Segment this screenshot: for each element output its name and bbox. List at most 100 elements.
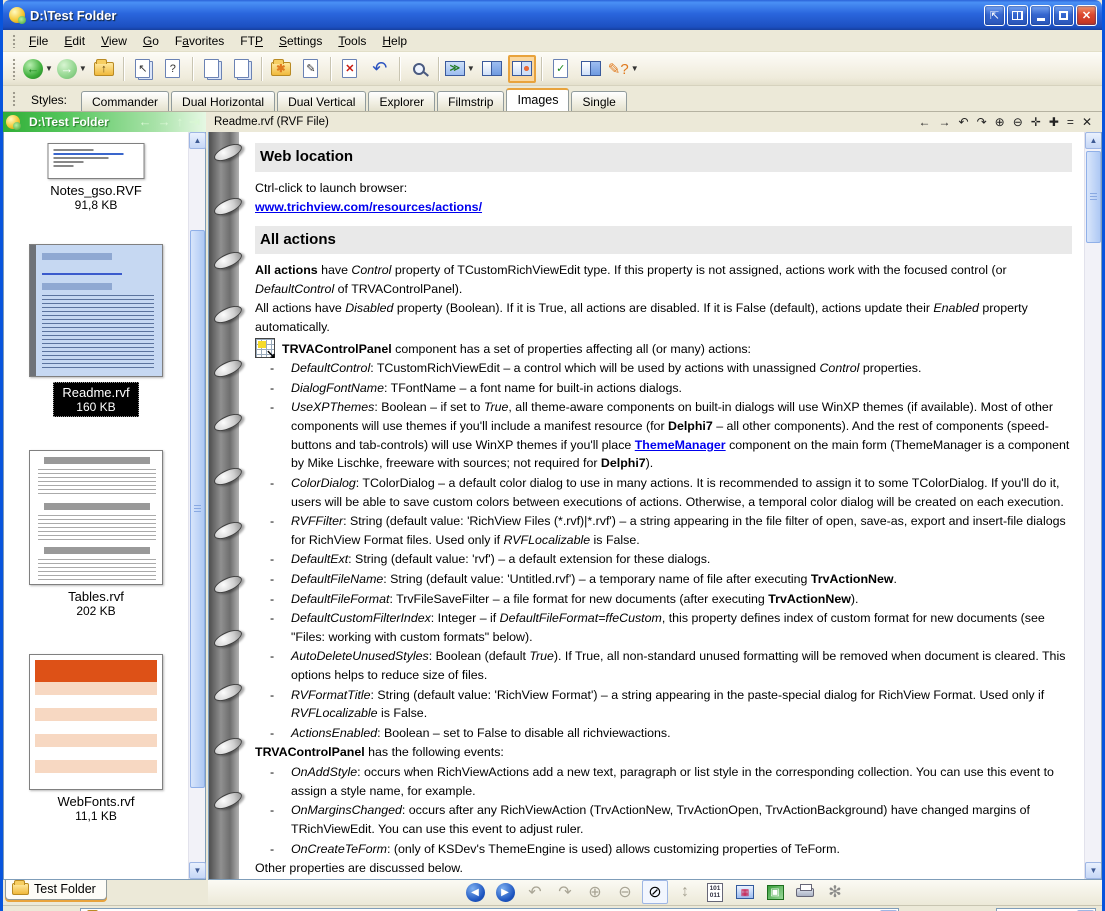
style-tab-dual-horizontal[interactable]: Dual Horizontal [171, 91, 275, 111]
hex-view-icon: 101 011 [707, 883, 723, 902]
scrollbar-thumb[interactable] [190, 230, 205, 788]
back-button[interactable]: ←▼ [22, 55, 54, 83]
menu-item-help[interactable]: Help [374, 31, 415, 51]
select-pointer-button[interactable]: ↖ [129, 55, 157, 83]
scrollbar-thumb[interactable] [1086, 151, 1101, 243]
file-item[interactable]: Tables.rvf202 KB [29, 450, 163, 618]
viewer-pane-button[interactable]: ≫▼ [444, 55, 476, 83]
undo-button[interactable]: ↶ [366, 55, 394, 83]
viewer-forward-button[interactable]: → [939, 115, 951, 129]
up-arrow-icon[interactable]: ↑ [177, 114, 184, 130]
viewer-first-file-button[interactable]: ◀ [462, 880, 488, 904]
menu-item-ftp[interactable]: FTP [232, 31, 271, 51]
viewer-fit-screen-button[interactable]: ▣ [762, 880, 788, 904]
scroll-down-button[interactable]: ▼ [1085, 862, 1102, 879]
back-arrow-icon[interactable]: ← [139, 114, 152, 130]
style-tab-explorer[interactable]: Explorer [368, 91, 435, 111]
viewer-zoom-in-button[interactable]: ⊕ [995, 115, 1005, 129]
help-pointer-button[interactable]: ? [159, 55, 187, 83]
dual-pane-button[interactable] [478, 55, 506, 83]
edit-button[interactable]: ✎ [297, 55, 325, 83]
menu-item-view[interactable]: View [93, 31, 135, 51]
file-thumbnail[interactable] [29, 450, 163, 585]
menu-item-settings[interactable]: Settings [271, 31, 330, 51]
viewer-zoom-out-button[interactable]: ⊖ [612, 880, 638, 904]
menu-item-file[interactable]: File [21, 31, 56, 51]
viewer-rotate-left-button[interactable]: ↶ [522, 880, 548, 904]
scroll-up-button[interactable]: ▲ [189, 132, 206, 149]
find-button[interactable] [405, 55, 433, 83]
viewer-print-button[interactable] [792, 880, 818, 904]
minimize-button[interactable] [1030, 5, 1051, 26]
viewer-close-button[interactable]: ✕ [1082, 115, 1092, 129]
file-item[interactable]: Notes_gso.RVF91,8 KB [48, 143, 145, 212]
viewer-settings-button[interactable]: ✻ [822, 880, 848, 904]
forward-dropdown-icon[interactable]: ▼ [79, 64, 87, 73]
thumbnail-scrollbar[interactable]: ▲ ▼ [188, 132, 205, 879]
menu-item-edit[interactable]: Edit [56, 31, 93, 51]
file-thumbnail[interactable] [48, 143, 145, 179]
file-item[interactable]: WebFonts.rvf11,1 KB [29, 654, 163, 823]
slideshow-icon: ▦ [736, 885, 754, 899]
document-link[interactable]: www.trichview.com/resources/actions/ [255, 200, 482, 214]
copy-button[interactable] [198, 55, 226, 83]
main-toolbar: ←▼→▼↑ ↖? ✱✎ ✕↶ ≫▼ ✓ ✎?▼ [3, 52, 1102, 86]
up-folder-button[interactable]: ↑ [90, 55, 118, 83]
style-tab-single[interactable]: Single [571, 91, 626, 111]
viewer-scrollbar[interactable]: ▲ ▼ [1084, 132, 1101, 879]
viewer-zoom-reset-button[interactable]: ⊘ [642, 880, 668, 904]
back-dropdown-icon[interactable]: ▼ [45, 64, 53, 73]
viewer-rotate-right-button[interactable]: ↷ [552, 880, 578, 904]
viewer-redo-button[interactable]: ↷ [977, 115, 987, 129]
viewer-center-button[interactable]: ✚ [1049, 115, 1059, 129]
file-item[interactable]: Readme.rvf160 KB [29, 244, 163, 417]
new-folder-button[interactable]: ✱ [267, 55, 295, 83]
file-thumbnail[interactable] [29, 244, 163, 377]
document-link[interactable]: ThemeManager [635, 438, 726, 452]
document-paragraph: TRVAControlPanel has the following event… [255, 743, 1072, 762]
viewer-hex-view-button[interactable]: 101 011 [702, 880, 728, 904]
viewer-pane-dropdown-icon[interactable]: ▼ [467, 64, 475, 73]
viewer-back-button[interactable]: ← [919, 115, 931, 129]
menu-item-go[interactable]: Go [135, 31, 167, 51]
forward-button[interactable]: →▼ [56, 55, 88, 83]
dual-pane-icon [482, 61, 502, 76]
viewer-pan-button[interactable]: ✛ [1031, 115, 1041, 129]
viewer-zoom-in-button[interactable]: ⊕ [582, 880, 608, 904]
toolbar-grip[interactable] [11, 57, 17, 80]
folder-tab[interactable]: Test Folder [5, 880, 107, 900]
forward-arrow-icon[interactable]: → [158, 114, 171, 130]
checklist-button[interactable]: ✓ [547, 55, 575, 83]
duplicate-icon [234, 59, 249, 78]
close-button[interactable]: ✕ [1076, 5, 1097, 26]
layout-button[interactable] [577, 55, 605, 83]
viewer-fit-height-button[interactable]: ↕ [672, 880, 698, 904]
dual-display-button[interactable] [1007, 5, 1028, 26]
scroll-up-button[interactable]: ▲ [1085, 132, 1102, 149]
viewer-zoom-out-button[interactable]: ⊖ [1013, 115, 1023, 129]
stylesbar-grip[interactable] [11, 90, 17, 108]
style-tab-filmstrip[interactable]: Filmstrip [437, 91, 504, 111]
scroll-down-button[interactable]: ▼ [189, 862, 206, 879]
trvacontrolpanel-component-icon [255, 338, 275, 358]
viewer-undo-button[interactable]: ↶ [959, 115, 969, 129]
viewer-slideshow-button[interactable]: ▦ [732, 880, 758, 904]
go-last-arrow-icon[interactable]: ⇥ [189, 114, 200, 130]
delete-button[interactable]: ✕ [336, 55, 364, 83]
viewer-last-file-button[interactable]: ▶ [492, 880, 518, 904]
image-pane-button[interactable] [508, 55, 536, 83]
customize-dropdown-icon[interactable]: ▼ [631, 64, 639, 73]
detach-window-button[interactable]: ⇱ [984, 5, 1005, 26]
style-tab-commander[interactable]: Commander [81, 91, 169, 111]
menu-item-tools[interactable]: Tools [330, 31, 374, 51]
menubar-grip[interactable] [11, 33, 17, 48]
maximize-button[interactable] [1053, 5, 1074, 26]
file-name: WebFonts.rvf [29, 794, 163, 809]
viewer-actual-size-button[interactable]: = [1067, 115, 1074, 129]
style-tab-images[interactable]: Images [506, 88, 569, 111]
customize-button[interactable]: ✎?▼ [607, 55, 640, 83]
style-tab-dual-vertical[interactable]: Dual Vertical [277, 91, 366, 111]
duplicate-button[interactable] [228, 55, 256, 83]
file-thumbnail[interactable] [29, 654, 163, 790]
menu-item-favorites[interactable]: Favorites [167, 31, 232, 51]
